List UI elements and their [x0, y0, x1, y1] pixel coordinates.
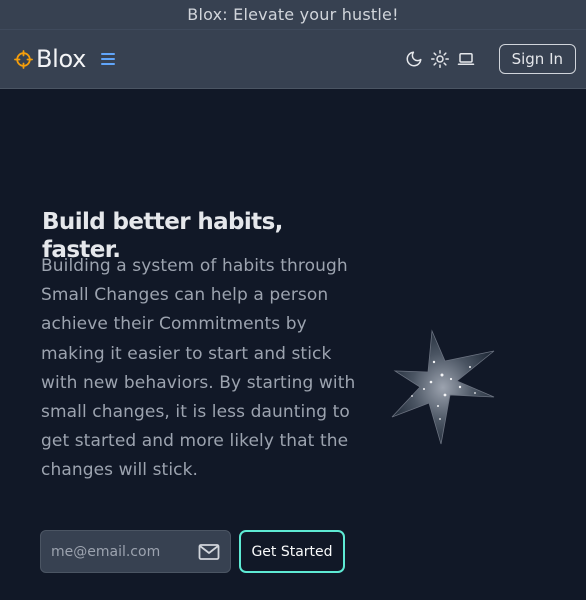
navbar-actions: Sign In [405, 44, 576, 74]
hero-section: Build better habits, faster. Building a … [0, 89, 586, 600]
email-field [40, 530, 231, 573]
hamburger-menu-icon[interactable] [99, 50, 117, 68]
announcement-text: Blox: Elevate your hustle! [187, 5, 399, 24]
get-started-button[interactable]: Get Started [239, 530, 345, 573]
sparkle-star-graphic [391, 329, 495, 445]
top-navbar: Blox Sign In [0, 29, 586, 89]
hero-body: Building a system of habits through Smal… [41, 256, 356, 481]
brand[interactable]: Blox [14, 47, 117, 71]
email-input[interactable] [41, 542, 193, 561]
sign-in-button[interactable]: Sign In [498, 44, 576, 74]
moon-icon[interactable] [405, 50, 423, 68]
crosshair-icon [14, 49, 33, 69]
brand-name: Blox [36, 45, 87, 73]
envelope-icon [198, 543, 220, 561]
laptop-icon[interactable] [457, 50, 475, 68]
sun-icon[interactable] [430, 50, 449, 68]
announcement-bar: Blox: Elevate your hustle! [0, 0, 586, 29]
landing-page: Blox: Elevate your hustle! Blox Sign In … [0, 0, 586, 600]
